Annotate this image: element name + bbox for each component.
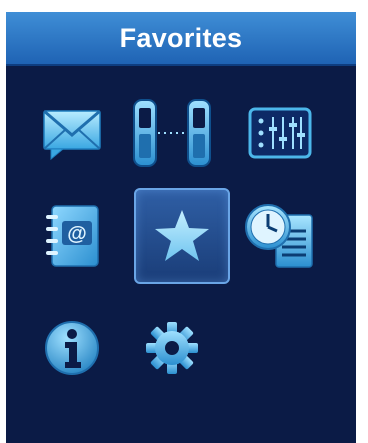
- favorites-screen: Favorites @: [6, 12, 356, 443]
- recent-history-tile[interactable]: [234, 190, 326, 282]
- gear-icon: [146, 322, 198, 374]
- favorites-tile[interactable]: [134, 188, 230, 284]
- paired-devices-tile[interactable]: [126, 87, 218, 179]
- settings-equalizer-tile[interactable]: [234, 87, 326, 179]
- info-icon: [45, 321, 99, 375]
- page-title: Favorites: [119, 22, 243, 53]
- svg-text:@: @: [67, 223, 87, 245]
- envelope-icon: [43, 109, 101, 161]
- star-icon: [155, 210, 209, 261]
- clock-document-icon: [245, 204, 313, 268]
- equalizer-icon: [248, 107, 312, 159]
- info-tile[interactable]: [26, 302, 118, 394]
- messages-tile[interactable]: [26, 87, 118, 179]
- title-bar: Favorites: [6, 12, 356, 66]
- paired-phones-icon: [133, 99, 211, 167]
- address-book-icon: @: [46, 205, 99, 267]
- settings-tile[interactable]: [126, 302, 218, 394]
- contacts-tile[interactable]: @: [26, 190, 118, 282]
